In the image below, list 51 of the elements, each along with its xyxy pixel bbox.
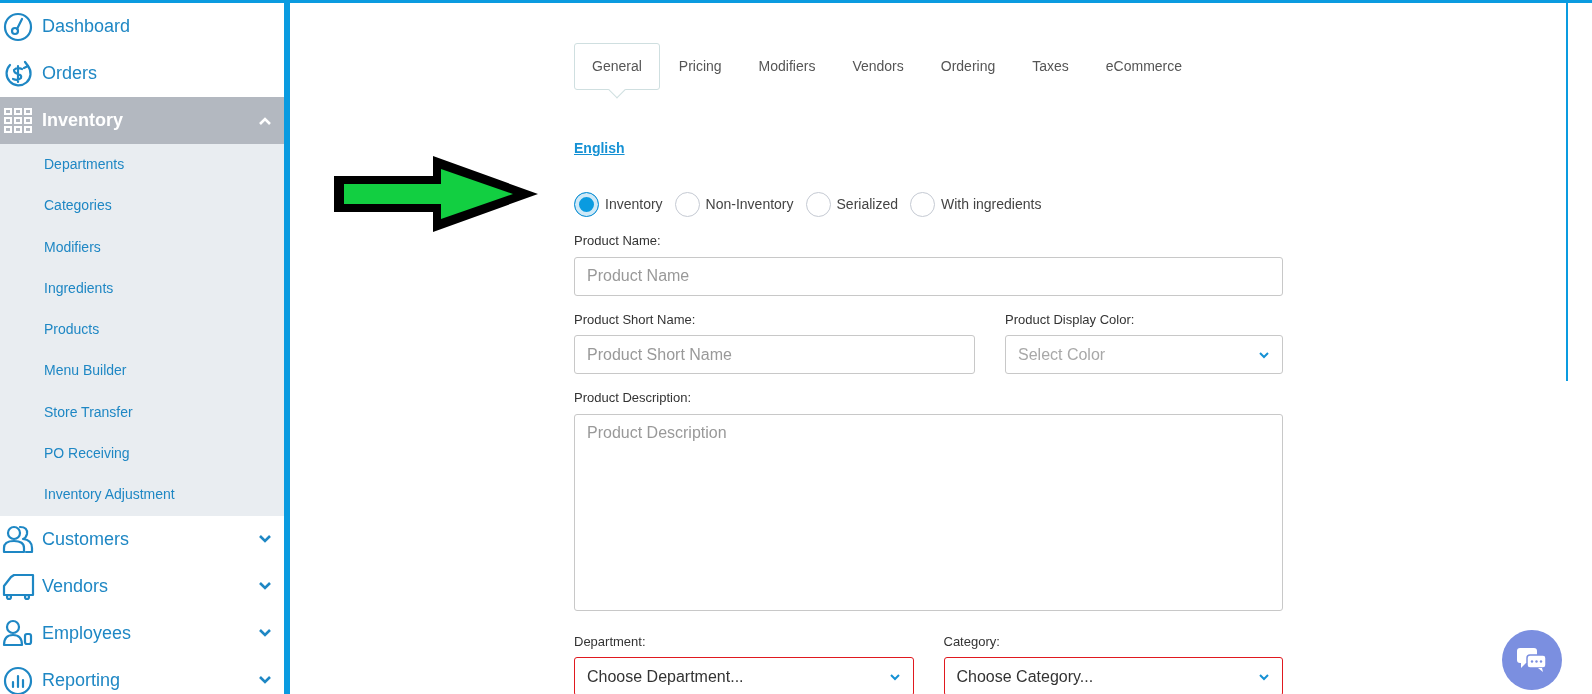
sidebar-item[interactable]: Orders xyxy=(0,50,284,97)
chat-button[interactable] xyxy=(1502,630,1562,690)
sidebar-subitem[interactable]: Products xyxy=(0,309,284,351)
sidebar-subitem[interactable]: Categories xyxy=(0,185,284,227)
field-label: Product Short Name: xyxy=(574,310,697,329)
chevron-down-icon xyxy=(1258,672,1270,681)
chevron-up-icon xyxy=(258,115,272,126)
chevron-down-icon xyxy=(258,581,272,592)
text-area[interactable]: Product Description xyxy=(574,413,1283,611)
input-field[interactable]: Product Name xyxy=(574,256,1283,296)
chevron-down-icon xyxy=(258,628,272,639)
tab[interactable]: Pricing xyxy=(660,43,740,90)
sidebar-subitem[interactable]: Menu Builder xyxy=(0,350,284,392)
chevron-down-icon xyxy=(258,534,272,545)
radio-option[interactable]: Non-Inventory xyxy=(674,192,794,217)
field-label: Category: xyxy=(943,632,1001,651)
tab[interactable]: Taxes xyxy=(1014,43,1087,90)
radio-option[interactable]: With ingredients xyxy=(910,192,1042,217)
sidebar-item[interactable]: Dashboard xyxy=(0,3,284,50)
field-label: Department: xyxy=(574,632,647,651)
dropdown[interactable]: Choose Category... xyxy=(943,657,1283,694)
tab[interactable]: Modifiers xyxy=(740,43,834,90)
sidebar-subitem[interactable]: Inventory Adjustment xyxy=(0,474,284,516)
tab[interactable]: eCommerce xyxy=(1087,43,1201,90)
sidebar-item[interactable]: Reporting xyxy=(0,656,284,694)
radio-option[interactable]: Serialized xyxy=(805,192,898,217)
dropdown[interactable]: Choose Department... xyxy=(574,657,914,694)
field-label: Product Display Color: xyxy=(1005,310,1136,329)
dropdown[interactable]: Select Color xyxy=(1005,335,1283,374)
sidebar-subitem[interactable]: PO Receiving xyxy=(0,433,284,475)
language-link[interactable]: English xyxy=(574,138,625,159)
sidebar-subitem[interactable]: Store Transfer xyxy=(0,391,284,434)
chevron-down-icon xyxy=(258,675,272,686)
chevron-down-icon xyxy=(888,672,901,681)
sidebar-item[interactable]: Customers xyxy=(0,515,284,563)
sidebar-item[interactable]: Employees xyxy=(0,609,284,657)
sidebar-item[interactable]: Vendors xyxy=(0,562,284,610)
tab[interactable]: Ordering xyxy=(922,43,1014,90)
input-field[interactable]: Product Short Name xyxy=(574,335,975,374)
scrollbar[interactable] xyxy=(1566,3,1568,381)
sidebar-subitem[interactable]: Ingredients xyxy=(0,267,284,310)
chevron-down-icon xyxy=(1258,350,1270,359)
radio-option[interactable]: Inventory xyxy=(574,192,663,217)
chat-icon xyxy=(1516,646,1548,674)
field-label: Product Name: xyxy=(574,232,662,250)
sidebar-subitem[interactable]: Departments xyxy=(0,144,284,186)
truck-icon xyxy=(2,571,36,602)
tab[interactable]: Vendors xyxy=(834,43,922,90)
people-icon xyxy=(2,524,36,555)
field-label: Product Description: xyxy=(574,389,693,407)
sidebar-subitem[interactable]: Modifiers xyxy=(0,226,284,268)
